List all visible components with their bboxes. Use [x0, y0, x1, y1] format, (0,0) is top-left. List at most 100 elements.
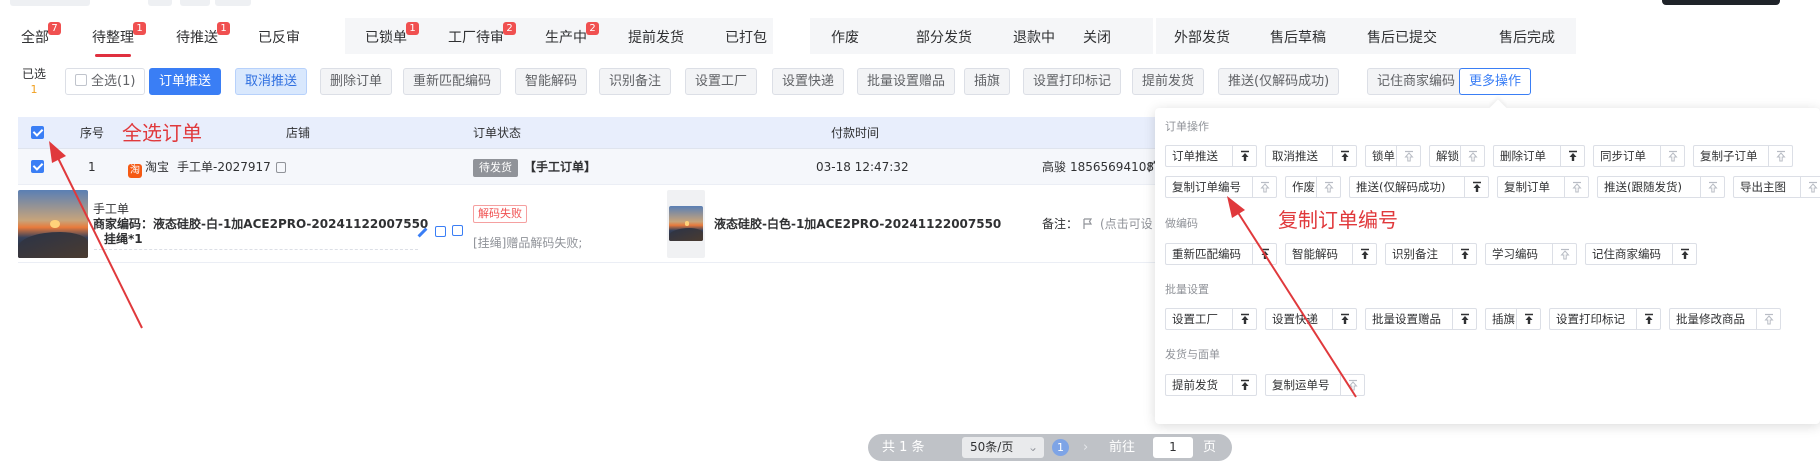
toolbar-button[interactable]: 设置打印标记 — [1023, 68, 1122, 95]
tab-item[interactable]: 提前发货 — [628, 18, 684, 54]
operation-option[interactable]: 插旗 — [1485, 308, 1541, 330]
toolbar-button[interactable]: 设置快递 — [772, 68, 845, 95]
unpinned-icon[interactable] — [1768, 146, 1792, 166]
operation-option[interactable]: 识别备注 — [1385, 243, 1477, 265]
toolbar-button[interactable]: 插旗 — [964, 68, 1011, 95]
tab-item[interactable]: 作废 — [831, 18, 859, 54]
unpinned-icon[interactable] — [1316, 177, 1340, 197]
operation-option[interactable]: 同步订单 — [1593, 145, 1685, 167]
pinned-icon[interactable] — [1516, 309, 1540, 329]
toolbar-button[interactable]: 更多操作 — [1459, 68, 1532, 95]
toolbar-button[interactable]: 订单推送 — [149, 68, 222, 95]
tab-item[interactable]: 售后草稿 — [1270, 18, 1326, 54]
unpinned-icon[interactable] — [1252, 177, 1276, 197]
pinned-icon[interactable] — [1352, 244, 1376, 264]
operation-option[interactable]: 重新匹配编码 — [1165, 243, 1277, 265]
next-page-icon[interactable]: › — [1083, 434, 1088, 461]
toolbar-button[interactable]: 智能解码 — [515, 68, 588, 95]
toolbar-button[interactable]: 识别备注 — [599, 68, 672, 95]
operation-option[interactable]: 批量修改商品 — [1669, 308, 1781, 330]
operation-option[interactable]: 设置工厂 — [1165, 308, 1257, 330]
toolbar-button[interactable]: 记住商家编码 — [1367, 68, 1466, 95]
operation-option[interactable]: 学习编码 — [1485, 243, 1577, 265]
operation-option[interactable]: 删除订单 — [1493, 145, 1585, 167]
operation-option[interactable]: 导出主图 — [1733, 176, 1820, 198]
unpinned-icon[interactable] — [1564, 177, 1588, 197]
copy-icon[interactable] — [275, 162, 286, 173]
pinned-icon[interactable] — [1464, 177, 1488, 197]
operation-option[interactable]: 推送(仅解码成功) — [1349, 176, 1489, 198]
operation-option[interactable]: 批量设置赠品 — [1365, 308, 1477, 330]
goto-page-input[interactable]: 1 — [1153, 437, 1193, 458]
operation-option[interactable]: 设置快递 — [1265, 308, 1357, 330]
operation-option[interactable]: 解锁 — [1429, 145, 1485, 167]
pinned-icon[interactable] — [1452, 244, 1476, 264]
pinned-icon[interactable] — [1672, 244, 1696, 264]
toolbar-button[interactable]: 设置工厂 — [685, 68, 758, 95]
operation-option[interactable]: 取消推送 — [1265, 145, 1357, 167]
unpinned-icon[interactable] — [1700, 177, 1724, 197]
flag-icon[interactable] — [1082, 218, 1094, 234]
pinned-icon[interactable] — [1560, 146, 1584, 166]
toolbar-button[interactable]: 推送(仅解码成功) — [1218, 68, 1340, 95]
tab-item[interactable]: 售后已提交 — [1367, 18, 1437, 54]
toolbar-button[interactable]: 取消推送 — [235, 68, 308, 95]
tab-item[interactable]: 已锁单 1 — [365, 18, 419, 54]
operation-option[interactable]: 复制子订单 — [1693, 145, 1793, 167]
pinned-icon[interactable] — [1252, 244, 1276, 264]
header-checkbox[interactable] — [31, 126, 44, 139]
pinned-icon[interactable] — [1332, 146, 1356, 166]
unpinned-icon[interactable] — [1552, 244, 1576, 264]
operation-option[interactable]: 推送(跟随发货) — [1597, 176, 1725, 198]
operation-option[interactable]: 订单推送 — [1165, 145, 1257, 167]
prev-page-icon[interactable]: ‹ — [1029, 434, 1034, 461]
tab-item[interactable]: 已打包 — [725, 18, 767, 54]
unpinned-icon[interactable] — [1660, 146, 1684, 166]
pinned-icon[interactable] — [1452, 309, 1476, 329]
remark-action[interactable]: (点击可设 — [1100, 216, 1153, 232]
unpinned-icon[interactable] — [1756, 309, 1780, 329]
top-right-dark-button[interactable] — [1662, 0, 1780, 5]
operation-option[interactable]: 复制运单号 — [1265, 374, 1365, 396]
operation-option[interactable]: 记住商家编码 — [1585, 243, 1697, 265]
pinned-icon[interactable] — [1332, 309, 1356, 329]
tab-item[interactable]: 外部发货 — [1174, 18, 1230, 54]
unpinned-icon[interactable] — [1460, 146, 1484, 166]
operation-option[interactable]: 设置打印标记 — [1549, 308, 1661, 330]
row-checkbox[interactable] — [31, 160, 44, 173]
tab-item[interactable]: 生产中 2 — [545, 18, 599, 54]
table-row[interactable]: 1 淘淘宝 手工单-2027917 待发货 【手工订单】 03-18 12:47:… — [18, 149, 1164, 185]
pinned-icon[interactable] — [1232, 309, 1256, 329]
operation-option[interactable]: 复制订单 — [1497, 176, 1589, 198]
operation-option[interactable]: 复制订单编号 — [1165, 176, 1277, 198]
tab-item[interactable]: 部分发货 — [916, 18, 972, 54]
operation-option[interactable]: 提前发货 — [1165, 374, 1257, 396]
operation-option[interactable]: 锁单 — [1365, 145, 1421, 167]
tab-item[interactable]: 工厂待审 2 — [448, 18, 516, 54]
tab-item[interactable]: 退款中 — [1013, 18, 1055, 54]
toolbar-button[interactable]: 删除订单 — [320, 68, 393, 95]
operation-option[interactable]: 作废 — [1285, 176, 1341, 198]
toolbar-button[interactable]: 重新匹配编码 — [403, 68, 502, 95]
unpinned-icon[interactable] — [1800, 177, 1820, 197]
pinned-icon[interactable] — [1636, 309, 1660, 329]
tab-item[interactable]: 关闭 — [1083, 18, 1111, 54]
toolbar-button[interactable]: 提前发货 — [1132, 68, 1205, 95]
current-page[interactable]: 1 — [1052, 439, 1069, 456]
select-all-checkbox[interactable]: 全选(1) — [65, 68, 146, 95]
image-icon[interactable] — [435, 226, 446, 237]
unpinned-icon[interactable] — [1340, 375, 1364, 395]
operation-option[interactable]: 智能解码 — [1285, 243, 1377, 265]
toolbar-button[interactable]: 批量设置赠品 — [857, 68, 956, 95]
unpinned-icon[interactable] — [1396, 146, 1420, 166]
product-thumbnail[interactable] — [18, 190, 88, 258]
product-image[interactable] — [669, 206, 703, 241]
gallery-icon[interactable] — [452, 225, 463, 236]
tab-item[interactable]: 待整理 1 — [92, 18, 146, 57]
tab-item[interactable]: 售后完成 — [1499, 18, 1555, 54]
pinned-icon[interactable] — [1232, 146, 1256, 166]
tab-item[interactable]: 待推送 1 — [176, 18, 230, 54]
pinned-icon[interactable] — [1232, 375, 1256, 395]
tab-item[interactable]: 全部 7 — [21, 18, 61, 54]
tab-item[interactable]: 已反审 — [258, 18, 300, 54]
